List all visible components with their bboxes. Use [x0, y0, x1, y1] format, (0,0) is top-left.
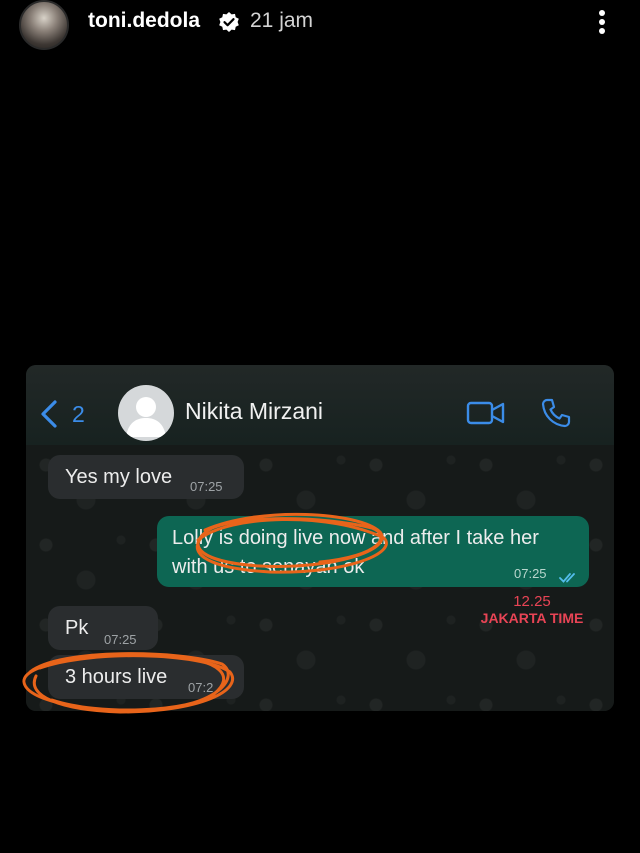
- message-time: 07:2: [188, 680, 214, 695]
- message-bubble-outgoing[interactable]: Lolly is doing live now and after I take…: [157, 516, 589, 587]
- story-header: toni.dedola 21 jam: [0, 0, 640, 50]
- message-bubble-incoming[interactable]: 3 hours live 07:2: [48, 655, 244, 699]
- jakarta-time-annotation: 12.25 JAKARTA TIME: [477, 593, 587, 627]
- message-time: 07:25: [104, 632, 137, 647]
- video-call-icon[interactable]: [466, 400, 506, 426]
- message-bubble-incoming[interactable]: Pk 07:25: [48, 606, 158, 650]
- read-receipt-icon: [559, 567, 579, 583]
- message-time: 07:25: [514, 566, 547, 581]
- verified-badge-icon: [217, 11, 241, 35]
- message-text-line-1: Lolly is doing live now and after I take…: [172, 527, 539, 549]
- voice-call-icon[interactable]: [540, 397, 572, 429]
- message-text: Yes my love: [65, 466, 173, 488]
- contact-avatar[interactable]: [118, 385, 174, 441]
- more-options-icon[interactable]: [592, 8, 612, 38]
- profile-avatar[interactable]: [19, 0, 69, 50]
- post-time: 21 jam: [250, 9, 314, 32]
- message-time: 07:25: [190, 479, 223, 494]
- message-bubble-incoming[interactable]: Yes my love 07:25: [48, 455, 244, 499]
- username[interactable]: toni.dedola: [88, 9, 200, 33]
- message-text-line-2: with us to senayan ok: [172, 556, 365, 578]
- unread-count[interactable]: 2: [72, 401, 85, 428]
- back-chevron-icon[interactable]: [38, 399, 60, 429]
- annotation-zone: JAKARTA TIME: [480, 610, 584, 626]
- contact-name[interactable]: Nikita Mirzani: [185, 398, 323, 425]
- annotation-time: 12.25: [513, 593, 551, 610]
- instagram-story: toni.dedola 21 jam 2 Nikita Mirzani Yes …: [0, 0, 640, 853]
- message-text: 3 hours live: [65, 666, 168, 688]
- chat-header: 2 Nikita Mirzani: [26, 365, 614, 445]
- message-text: Pk: [65, 617, 89, 639]
